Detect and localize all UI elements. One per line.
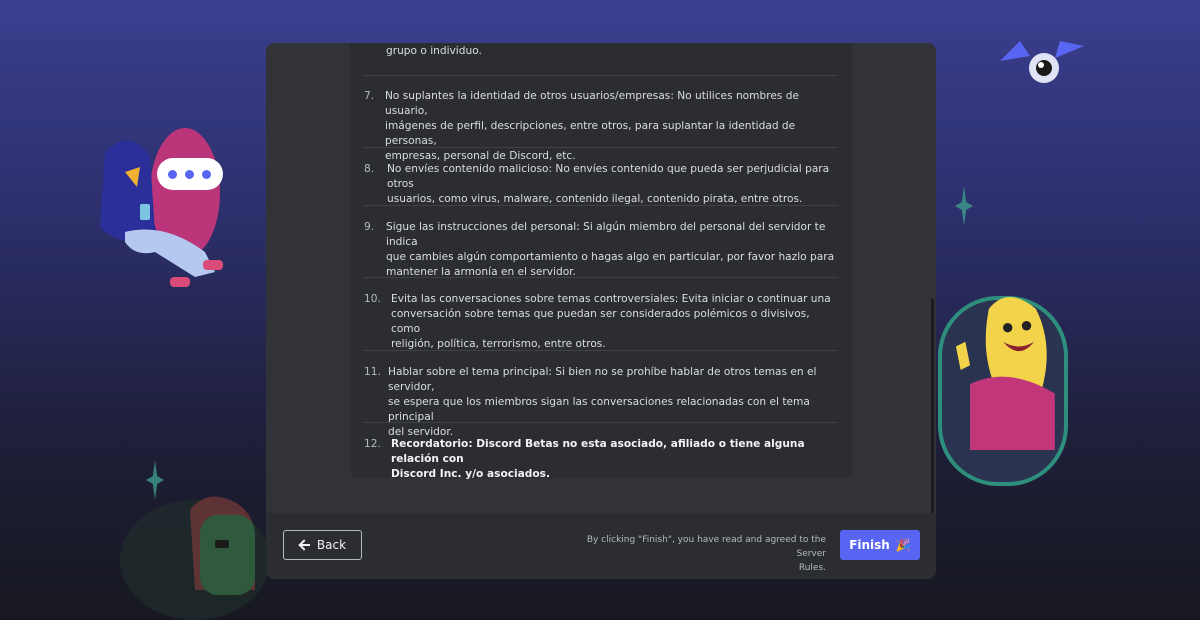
rule-number: 8. bbox=[364, 163, 375, 175]
agreement-notice: By clicking "Finish", you have read and … bbox=[556, 533, 826, 575]
rule-item-10: 10. Evita las conversaciones sobre temas… bbox=[364, 292, 838, 352]
rule-text: Recordatorio: Discord Betas no esta asoc… bbox=[391, 438, 805, 480]
rule-number: 11. bbox=[364, 366, 381, 378]
rule-item-tail: grupo o individuo. bbox=[364, 44, 838, 59]
rule-number: 9. bbox=[364, 221, 375, 233]
rule-item-11: 11. Hablar sobre el tema principal: Si b… bbox=[364, 365, 838, 440]
divider bbox=[364, 422, 838, 423]
divider bbox=[364, 205, 838, 206]
finish-button[interactable]: Finish 🎉 bbox=[840, 530, 920, 560]
rule-text: Sigue las instrucciones del personal: Si… bbox=[386, 221, 835, 278]
arrow-left-icon bbox=[299, 539, 311, 551]
agreement-line: By clicking "Finish", you have read and … bbox=[586, 535, 826, 559]
rule-item-9: 9. Sigue las instrucciones del personal:… bbox=[364, 220, 838, 280]
character-illustration-right bbox=[955, 297, 1055, 450]
rules-scroll-area[interactable]: grupo o individuo. 7. No suplantes la id… bbox=[266, 43, 936, 513]
rule-text: No suplantes la identidad de otros usuar… bbox=[385, 90, 799, 162]
rule-text: Hablar sobre el tema principal: Si bien … bbox=[388, 366, 817, 438]
rule-item-12: 12. Recordatorio: Discord Betas no esta … bbox=[364, 437, 838, 482]
sparkle-icon bbox=[955, 186, 973, 226]
divider bbox=[364, 147, 838, 148]
divider bbox=[364, 75, 838, 76]
party-popper-icon: 🎉 bbox=[895, 538, 911, 552]
rule-number: 12. bbox=[364, 438, 381, 450]
scrollbar[interactable] bbox=[931, 299, 934, 513]
rule-number: 7. bbox=[364, 90, 375, 102]
back-label: Back bbox=[316, 538, 347, 552]
finish-label: Finish bbox=[849, 538, 890, 552]
rules-list: grupo o individuo. 7. No suplantes la id… bbox=[350, 43, 852, 480]
divider bbox=[364, 277, 838, 278]
divider bbox=[364, 350, 838, 351]
server-rules-modal: grupo o individuo. 7. No suplantes la id… bbox=[266, 43, 936, 579]
rule-text: No envíes contenido malicioso: No envíes… bbox=[387, 163, 830, 205]
agreement-line: Rules. bbox=[798, 563, 826, 573]
character-illustration-bottom-left bbox=[120, 496, 270, 620]
rule-item-7: 7. No suplantes la identidad de otros us… bbox=[364, 89, 838, 164]
bat-character-icon bbox=[1000, 41, 1084, 83]
modal-footer: Back By clicking "Finish", you have read… bbox=[266, 513, 936, 579]
back-button[interactable]: Back bbox=[283, 530, 362, 560]
rule-text: grupo o individuo. bbox=[386, 45, 482, 57]
chat-bubble-icon bbox=[157, 158, 223, 190]
character-illustration-left bbox=[100, 140, 223, 287]
rule-item-8: 8. No envíes contenido malicioso: No env… bbox=[364, 162, 838, 207]
rule-number: 10. bbox=[364, 293, 381, 305]
rule-text: Evita las conversaciones sobre temas con… bbox=[391, 293, 831, 350]
